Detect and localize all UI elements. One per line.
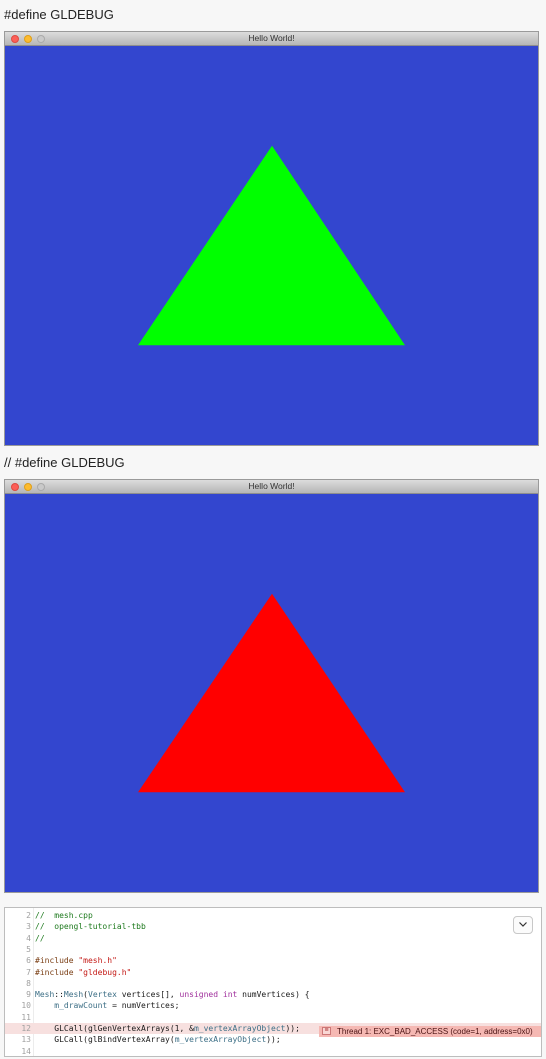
hello-world-window-green: Hello World! <box>4 31 539 446</box>
code-line[interactable]: 3 // opengl-tutorial-tbb <box>5 921 541 932</box>
gl-viewport <box>5 46 538 445</box>
code-line[interactable]: 4 // <box>5 933 541 944</box>
gl-viewport <box>5 494 538 892</box>
code-editor[interactable]: 2// mesh.cpp 3// opengl-tutorial-tbb 4//5 6… <box>4 907 542 1057</box>
section-heading-gldebug-defined: #define GLDEBUG <box>4 7 114 22</box>
code-text: // mesh.cpp <box>35 911 93 920</box>
gl-canvas <box>5 46 538 445</box>
window-titlebar[interactable]: Hello World! <box>5 480 538 494</box>
error-message: Thread 1: EXC_BAD_ACCESS (code=1, addres… <box>337 1027 533 1036</box>
chevron-down-icon <box>519 922 527 927</box>
window-titlebar[interactable]: Hello World! <box>5 32 538 46</box>
line-number: 9 <box>26 990 31 1000</box>
code-line[interactable]: 7 #include "gldebug.h" <box>5 967 541 978</box>
code-line[interactable]: 2 // mesh.cpp <box>5 910 541 921</box>
code-text: m_drawCount = numVertices; <box>54 1001 180 1011</box>
line-number: 13 <box>21 1035 31 1045</box>
code-text: GLCall(glGenVertexArrays(1, &m_vertexArr… <box>35 1024 300 1033</box>
code-text: // <box>35 933 45 943</box>
jump-bar-button[interactable] <box>513 916 533 934</box>
code-line[interactable]: 14 <box>5 1046 541 1056</box>
line-number: 7 <box>26 967 31 977</box>
code-text: #include "mesh.h" <box>35 956 117 966</box>
line-number: 14 <box>21 1046 31 1056</box>
code-text: #include "gldebug.h" <box>35 967 132 977</box>
code-line[interactable]: 11 <box>5 1012 541 1023</box>
window-title: Hello World! <box>248 33 295 43</box>
code-text: GLCall(glBindVertexArray(m_vertexArrayOb… <box>35 1035 281 1045</box>
line-number: 11 <box>21 1012 31 1022</box>
code-text: Mesh::Mesh(Vertex vertices[], unsigned i… <box>35 990 310 1000</box>
code-line[interactable]: 9 Mesh::Mesh(Vertex vertices[], unsigned … <box>5 989 541 1000</box>
line-number: 10 <box>21 1001 31 1011</box>
window-title: Hello World! <box>248 481 295 491</box>
line-number: 6 <box>26 956 31 966</box>
hello-world-window-red: Hello World! <box>4 479 539 893</box>
line-number: 12 <box>21 1024 31 1033</box>
line-number: 8 <box>26 978 31 988</box>
line-number: 2 <box>26 911 31 920</box>
line-number: 5 <box>26 944 31 954</box>
error-icon: ≡ <box>322 1027 331 1035</box>
runtime-error-annotation[interactable]: ≡ Thread 1: EXC_BAD_ACCESS (code=1, addr… <box>319 1026 541 1037</box>
code-text: // opengl-tutorial-tbb <box>35 922 146 932</box>
code-line[interactable]: 6 #include "mesh.h" <box>5 955 541 966</box>
section-heading-gldebug-commented: // #define GLDEBUG <box>4 455 125 470</box>
code-line[interactable]: 8 <box>5 978 541 989</box>
line-number: 3 <box>26 922 31 932</box>
line-number: 4 <box>26 933 31 943</box>
code-line[interactable]: 10 m_drawCount = numVertices; <box>5 1000 541 1011</box>
code-line[interactable]: 5 <box>5 944 541 955</box>
gl-canvas <box>5 494 538 892</box>
